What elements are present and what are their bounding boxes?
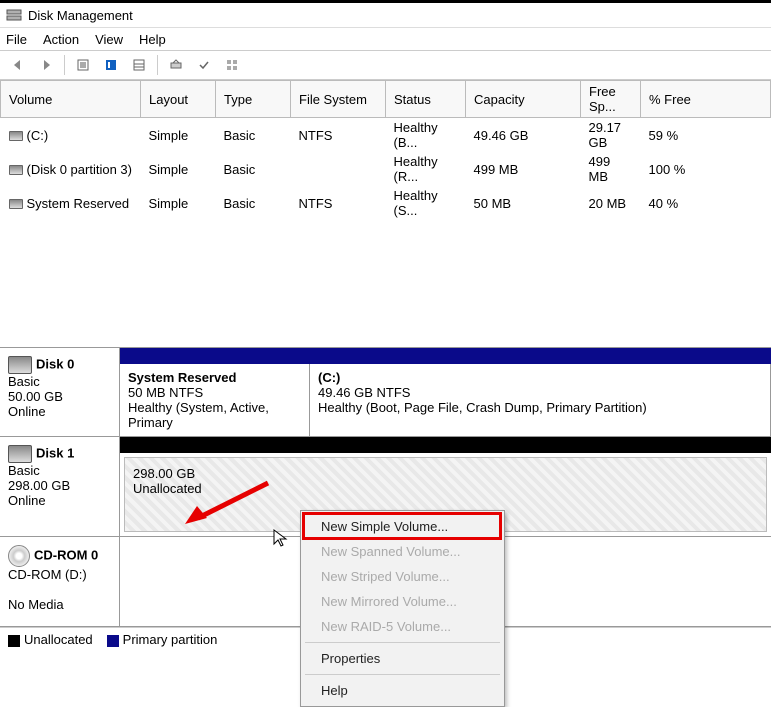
col-capacity[interactable]: Capacity <box>466 81 581 118</box>
view-icon[interactable] <box>71 53 95 77</box>
legend-unallocated: Unallocated <box>8 632 93 647</box>
partition-system-reserved[interactable]: System Reserved 50 MB NTFS Healthy (Syst… <box>120 364 310 436</box>
toolbar-divider <box>157 55 158 75</box>
col-type[interactable]: Type <box>216 81 291 118</box>
c-sub: 49.46 GB NTFS <box>318 385 410 400</box>
disk-0-header: Disk 0 Basic 50.00 GB Online <box>0 348 120 436</box>
window-title: Disk Management <box>28 8 133 23</box>
cdrom-drive: CD-ROM (D:) <box>8 567 111 582</box>
table-row[interactable]: (Disk 0 partition 3)SimpleBasicHealthy (… <box>1 152 771 186</box>
swatch-primary <box>107 635 119 647</box>
menu-new-raid5-volume: New RAID-5 Volume... <box>303 614 502 639</box>
disk-0-size: 50.00 GB <box>8 389 111 404</box>
grid-icon[interactable] <box>220 53 244 77</box>
unalloc-label: Unallocated <box>133 481 202 496</box>
titlebar: Disk Management <box>0 0 771 28</box>
back-icon[interactable] <box>6 53 30 77</box>
toolbar <box>0 50 771 80</box>
check-icon[interactable] <box>192 53 216 77</box>
menu-separator <box>305 642 500 643</box>
disk-0-name: Disk 0 <box>36 356 74 371</box>
col-layout[interactable]: Layout <box>141 81 216 118</box>
cdrom-name: CD-ROM 0 <box>34 547 98 562</box>
disk-icon <box>8 445 32 463</box>
unalloc-size: 298.00 GB <box>133 466 195 481</box>
app-icon <box>6 7 22 23</box>
disk-0-state: Online <box>8 404 111 419</box>
volume-table: Volume Layout Type File System Status Ca… <box>0 80 771 220</box>
context-menu: New Simple Volume... New Spanned Volume.… <box>300 510 505 707</box>
disk-0-bar <box>120 348 771 364</box>
col-fs[interactable]: File System <box>291 81 386 118</box>
menu-new-mirrored-volume: New Mirrored Volume... <box>303 589 502 614</box>
disk-1-size: 298.00 GB <box>8 478 111 493</box>
menu-new-spanned-volume: New Spanned Volume... <box>303 539 502 564</box>
menu-properties[interactable]: Properties <box>303 646 502 671</box>
menubar: File Action View Help <box>0 28 771 50</box>
disk-0-row[interactable]: Disk 0 Basic 50.00 GB Online System Rese… <box>0 348 771 437</box>
menu-view[interactable]: View <box>95 32 123 47</box>
cdrom-header: CD-ROM 0 CD-ROM (D:) No Media <box>0 537 120 626</box>
list-icon[interactable] <box>127 53 151 77</box>
legend-primary: Primary partition <box>107 632 218 647</box>
swatch-unallocated <box>8 635 20 647</box>
forward-icon[interactable] <box>34 53 58 77</box>
volume-icon <box>9 199 23 209</box>
disk-icon <box>8 356 32 374</box>
disk-1-type: Basic <box>8 463 111 478</box>
table-row[interactable]: (C:)SimpleBasicNTFSHealthy (B...49.46 GB… <box>1 118 771 153</box>
properties-icon[interactable] <box>99 53 123 77</box>
cdrom-icon <box>8 545 30 567</box>
menu-separator <box>305 674 500 675</box>
menu-new-simple-volume[interactable]: New Simple Volume... <box>303 514 502 539</box>
disk-0-type: Basic <box>8 374 111 389</box>
toolbar-divider <box>64 55 65 75</box>
cdrom-state: No Media <box>8 597 111 612</box>
menu-file[interactable]: File <box>6 32 27 47</box>
partition-c[interactable]: (C:) 49.46 GB NTFS Healthy (Boot, Page F… <box>310 364 771 436</box>
table-row[interactable]: System ReservedSimpleBasicNTFSHealthy (S… <box>1 186 771 220</box>
disk-1-bar <box>120 437 771 453</box>
volume-list-pane: Volume Layout Type File System Status Ca… <box>0 80 771 348</box>
menu-help[interactable]: Help <box>139 32 166 47</box>
volume-icon <box>9 165 23 175</box>
sysres-sub: 50 MB NTFS <box>128 385 203 400</box>
refresh-icon[interactable] <box>164 53 188 77</box>
disk-1-state: Online <box>8 493 111 508</box>
menu-help[interactable]: Help <box>303 678 502 703</box>
disk-1-name: Disk 1 <box>36 445 74 460</box>
col-free[interactable]: Free Sp... <box>581 81 641 118</box>
col-status[interactable]: Status <box>386 81 466 118</box>
disk-1-header: Disk 1 Basic 298.00 GB Online <box>0 437 120 536</box>
menu-new-striped-volume: New Striped Volume... <box>303 564 502 589</box>
sysres-status: Healthy (System, Active, Primary <box>128 400 269 430</box>
sysres-title: System Reserved <box>128 370 301 385</box>
c-status: Healthy (Boot, Page File, Crash Dump, Pr… <box>318 400 647 415</box>
col-volume[interactable]: Volume <box>1 81 141 118</box>
volume-icon <box>9 131 23 141</box>
menu-action[interactable]: Action <box>43 32 79 47</box>
c-title: (C:) <box>318 370 762 385</box>
col-pct[interactable]: % Free <box>641 81 771 118</box>
